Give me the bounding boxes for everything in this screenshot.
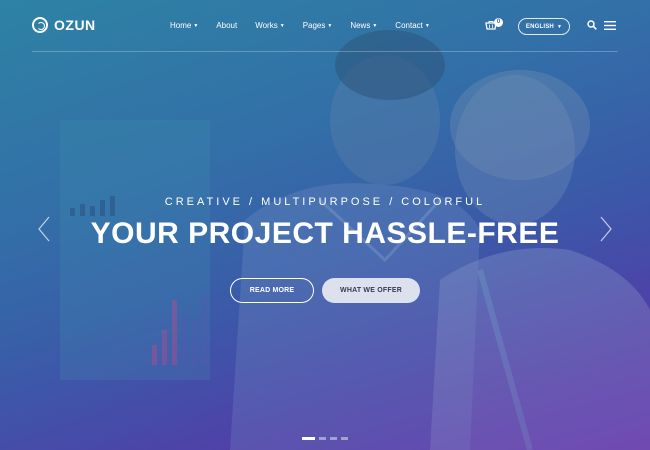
nav-item-news[interactable]: News ▼ xyxy=(350,21,377,30)
slide-dot[interactable] xyxy=(330,437,337,440)
search-icon[interactable] xyxy=(587,20,597,30)
language-label: ENGLISH xyxy=(525,23,554,30)
what-we-offer-button[interactable]: WHAT WE OFFER xyxy=(322,278,420,303)
nav-label: About xyxy=(216,21,238,30)
chevron-down-icon: ▼ xyxy=(556,23,563,30)
logo-text: OZUN xyxy=(54,17,96,33)
nav-label: Pages xyxy=(302,21,326,30)
slide-dot[interactable] xyxy=(319,437,326,440)
nav-item-works[interactable]: Works ▼ xyxy=(255,21,284,30)
header-divider xyxy=(32,51,618,52)
nav-label: News xyxy=(350,21,371,30)
read-more-button[interactable]: READ MORE xyxy=(230,278,314,303)
chevron-down-icon: ▼ xyxy=(424,22,430,29)
nav-item-pages[interactable]: Pages ▼ xyxy=(303,21,333,30)
hero-slider: OZUN Home ▼ About Works ▼ Pages ▼ News ▼ Con… xyxy=(0,0,650,450)
hamburger-menu-icon[interactable] xyxy=(604,21,616,30)
logo-ring-icon xyxy=(32,17,48,33)
language-select[interactable]: ENGLISH ▼ xyxy=(518,18,570,35)
nav-item-contact[interactable]: Contact ▼ xyxy=(395,21,430,30)
nav-label: Contact xyxy=(395,21,423,30)
logo[interactable]: OZUN xyxy=(32,17,96,33)
nav-label: Works xyxy=(255,21,278,30)
chevron-down-icon: ▼ xyxy=(193,22,199,29)
cart-count-badge: 0 xyxy=(494,18,503,27)
hero-title: YOUR PROJECT HASSLE-FREE xyxy=(90,217,560,250)
slide-dot[interactable] xyxy=(341,437,348,440)
slide-dot-active[interactable] xyxy=(302,437,315,440)
next-slide-arrow-icon[interactable] xyxy=(600,216,612,242)
nav-item-home[interactable]: Home ▼ xyxy=(170,21,198,30)
hero-tagline: CREATIVE / MULTIPURPOSE / COLORFUL xyxy=(164,196,486,208)
prev-slide-arrow-icon[interactable] xyxy=(38,216,50,242)
nav-label: Home xyxy=(170,21,192,30)
nav-item-about[interactable]: About xyxy=(216,21,237,30)
main-nav: Home ▼ About Works ▼ Pages ▼ News ▼ Contact ▼ xyxy=(170,21,448,30)
site-header: OZUN Home ▼ About Works ▼ Pages ▼ News ▼ Con… xyxy=(0,0,650,52)
slider-pagination xyxy=(302,437,352,440)
chevron-down-icon: ▼ xyxy=(279,22,285,29)
chevron-down-icon: ▼ xyxy=(372,22,378,29)
chevron-down-icon: ▼ xyxy=(327,22,333,29)
